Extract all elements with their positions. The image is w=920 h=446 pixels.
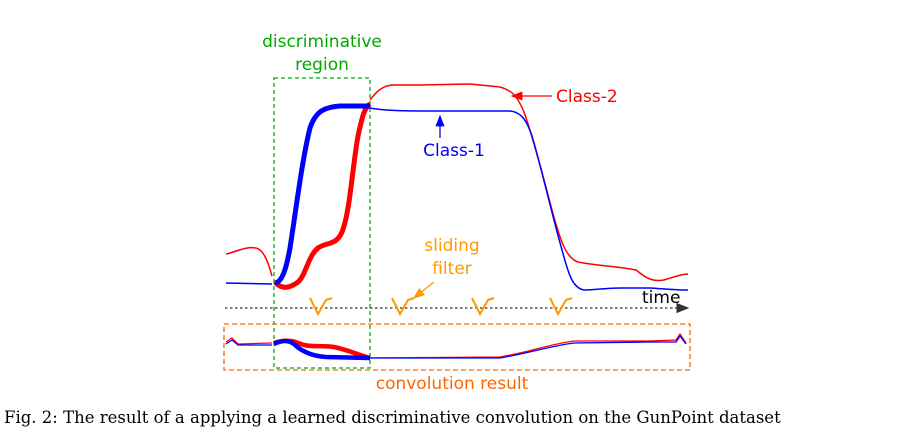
class2-label: Class-2 — [556, 87, 618, 107]
convolution-result-label: convolution result — [376, 374, 529, 394]
convolution-class1-highlight — [272, 338, 371, 361]
sliding-filter-arrow — [412, 281, 435, 299]
sliding-filter-3 — [471, 297, 495, 317]
sliding-filter-label-line2: filter — [432, 259, 472, 279]
sliding-filter-1 — [309, 297, 333, 317]
gunpoint-figure: discriminative region Class-2 Class-1 sl… — [223, 32, 691, 394]
sliding-filter-2 — [391, 297, 415, 317]
discriminative-region-label-line1: discriminative — [262, 32, 382, 52]
figure-caption: Fig. 2: The result of a applying a learn… — [4, 408, 781, 427]
sliding-filter-label-line1: sliding — [424, 236, 479, 256]
class1-label: Class-1 — [423, 141, 485, 161]
discriminative-region-label-line2: region — [295, 55, 349, 75]
sliding-filter-4 — [549, 297, 573, 317]
time-axis-label: time — [642, 288, 680, 308]
class1-curve-highlight — [274, 103, 370, 286]
